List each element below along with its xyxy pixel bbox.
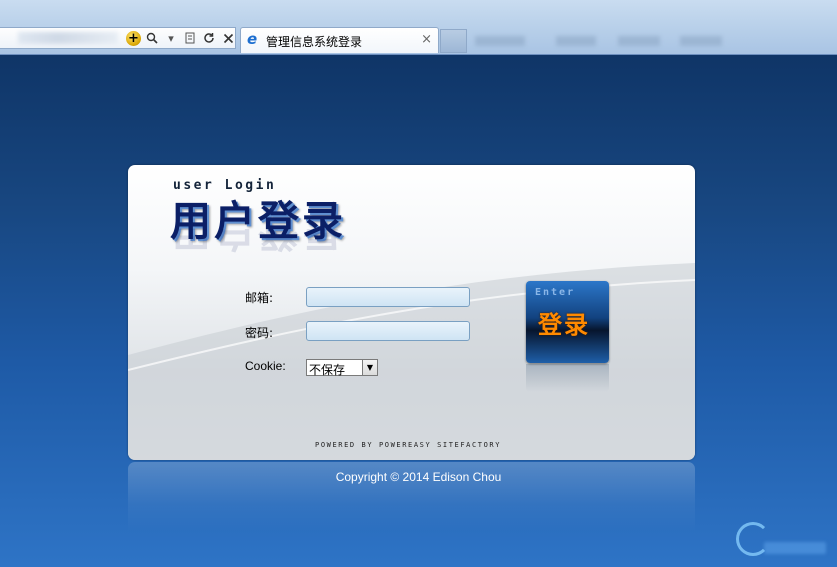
new-tab-button[interactable] (440, 29, 467, 53)
email-field[interactable] (306, 287, 470, 307)
cookie-selected-value: 不保存 (309, 363, 346, 377)
enter-button-reflection (526, 364, 609, 392)
tab-close-icon[interactable]: × (421, 32, 432, 47)
favorites-bar-item-blurred[interactable] (475, 36, 525, 46)
copyright-text: Copyright © 2014 Edison Chou (335, 470, 502, 484)
login-page: user Login 用户登录 用户登录 邮箱: 密码: Cookie: 不保存… (0, 55, 837, 567)
password-label: 密码: (245, 326, 274, 340)
browser-chrome: + ▾ e 管理信息系统登录 × (0, 0, 837, 55)
browser-tab-active[interactable]: e 管理信息系统登录 × (240, 27, 439, 53)
watermark-subtext-blurred (764, 542, 826, 554)
stop-icon[interactable] (220, 30, 236, 46)
header-english: user Login (173, 178, 277, 193)
header-chinese-reflection: 用户登录 (170, 229, 346, 253)
chevron-down-icon[interactable]: ▼ (362, 360, 377, 375)
address-bar-icons: + ▾ (126, 30, 236, 46)
address-text-blurred (18, 32, 118, 44)
address-bar[interactable]: + ▾ (0, 27, 236, 49)
cookie-label: Cookie: (245, 359, 286, 373)
favorites-bar-item-blurred[interactable] (618, 36, 660, 46)
password-field[interactable] (306, 321, 470, 341)
favorites-bar-item-blurred[interactable] (556, 36, 596, 46)
add-favorite-icon[interactable]: + (126, 30, 141, 46)
powered-by-text: POWERED BY POWEREASY SITEFACTORY (315, 441, 502, 449)
cookie-select[interactable]: 不保存 ▼ (306, 359, 378, 377)
login-panel: user Login 用户登录 用户登录 邮箱: 密码: Cookie: 不保存… (128, 165, 695, 460)
enter-button-english: Enter (535, 287, 576, 298)
enter-button-chinese: 登录 (538, 311, 590, 339)
compat-view-icon[interactable] (182, 30, 198, 46)
window-title-right-blurred (750, 8, 830, 20)
login-enter-button[interactable]: Enter 登录 (526, 281, 609, 363)
header-title-block: 用户登录 用户登录 (170, 199, 346, 253)
favorites-bar-item-blurred[interactable] (680, 36, 722, 46)
window-title-blurred (20, 8, 200, 20)
dropdown-arrow-icon[interactable]: ▾ (163, 30, 179, 46)
tab-title: 管理信息系统登录 (266, 35, 363, 49)
search-icon[interactable] (144, 30, 160, 46)
refresh-icon[interactable] (201, 30, 217, 46)
ie-logo-icon: e (247, 30, 258, 48)
watermark-logo (736, 520, 832, 560)
email-label: 邮箱: (245, 291, 274, 305)
